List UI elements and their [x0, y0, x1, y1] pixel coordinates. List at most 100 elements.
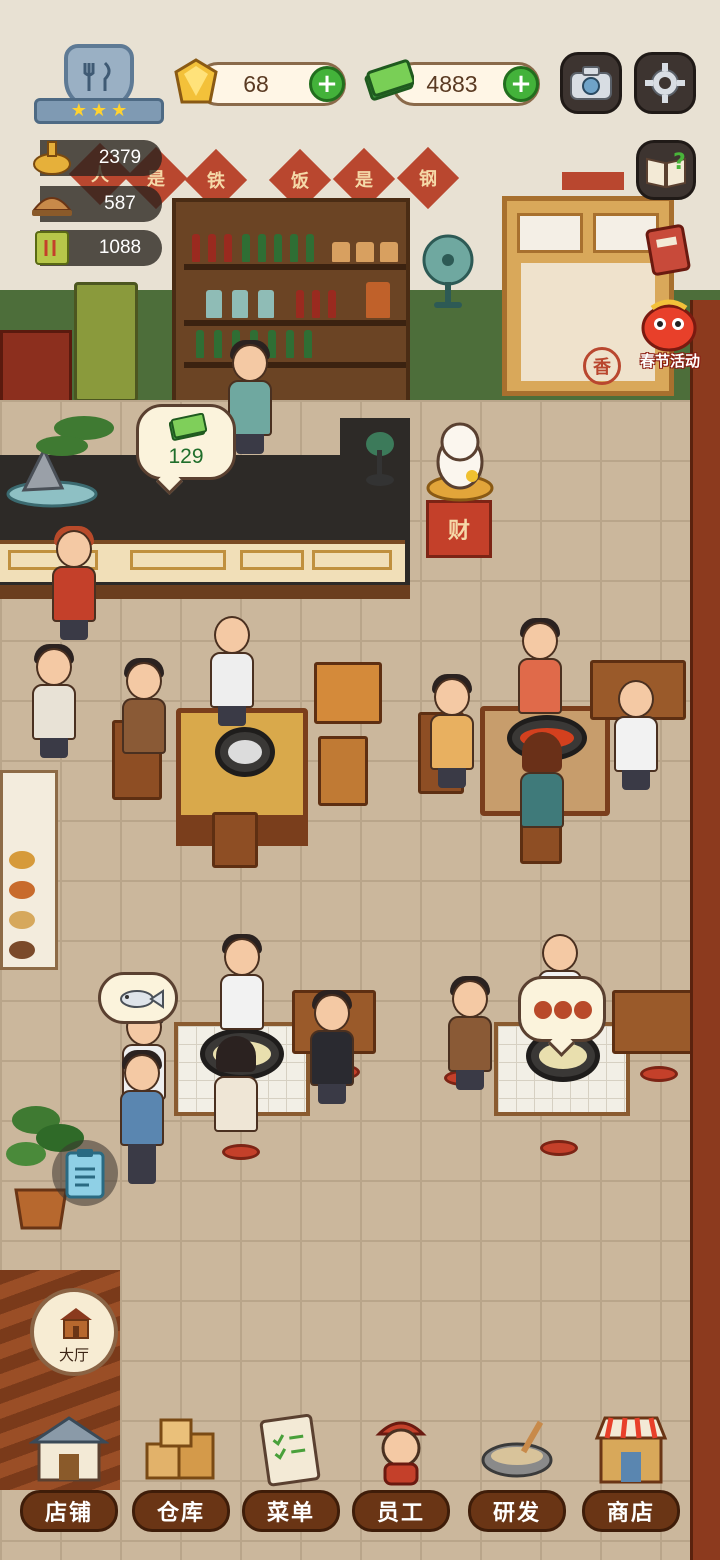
bottle: [208, 234, 216, 262]
body: [32, 684, 76, 740]
bowl: [9, 881, 35, 899]
star-icon: ★: [90, 100, 108, 121]
gem-icon: [174, 58, 218, 104]
nav-store[interactable]: 店铺: [14, 1410, 124, 1540]
door-window: [517, 213, 583, 253]
stool: [640, 1066, 678, 1082]
legs: [318, 1084, 346, 1104]
hall-button-label: 大厅: [58, 1346, 89, 1364]
desk-lamp: [366, 432, 394, 486]
fish-icon: [120, 989, 164, 1009]
cash-counter: 4883 +: [392, 62, 540, 106]
order-bubble[interactable]: [98, 972, 178, 1024]
hall-button[interactable]: 大厅: [30, 1288, 118, 1376]
camera-button[interactable]: [560, 52, 622, 114]
counter-ornament: [312, 550, 392, 570]
counter-ornament: [130, 550, 226, 570]
menu-clipboard-icon: [259, 1413, 321, 1487]
nav-menu[interactable]: 菜单: [236, 1410, 346, 1540]
nav-label: 仓库: [132, 1490, 230, 1532]
bonsai-decoration: [6, 416, 114, 508]
gear-icon: [645, 63, 685, 103]
add-cash-button[interactable]: +: [503, 66, 539, 102]
customer: [114, 658, 174, 772]
add-gems-button[interactable]: +: [309, 66, 345, 102]
legs: [456, 1070, 484, 1090]
head: [214, 616, 250, 654]
cash-icon: [364, 59, 414, 101]
bottle: [304, 330, 312, 358]
chair: [314, 662, 382, 724]
waiter-staff[interactable]: [112, 1050, 172, 1192]
order-list-button[interactable]: [52, 1140, 118, 1206]
nav-research[interactable]: 研发: [462, 1410, 572, 1540]
question-book-icon: ?: [646, 150, 686, 189]
star-rating: ★ ★ ★: [34, 98, 164, 124]
stat-value: 587: [104, 193, 136, 214]
waiter-staff[interactable]: [44, 526, 104, 640]
bottle: [296, 290, 304, 318]
head: [224, 938, 260, 976]
bottle: [274, 234, 282, 262]
body: [448, 1016, 492, 1072]
recipe-book-icon: [35, 231, 69, 265]
head: [124, 1054, 160, 1092]
guide-book-button[interactable]: ?: [636, 140, 696, 200]
nav-label: 店铺: [20, 1490, 118, 1532]
body: [220, 974, 264, 1030]
right-railing: [690, 300, 720, 1560]
shelf-board: [184, 264, 406, 270]
camera-icon: [570, 66, 612, 100]
customer: [512, 732, 572, 846]
tip-amount: 129: [168, 445, 204, 468]
shelf-board: [184, 362, 406, 368]
clipboard-icon: [65, 1149, 105, 1199]
head: [522, 622, 558, 660]
door-plaque: [562, 172, 624, 190]
legs: [236, 434, 264, 454]
bottle: [328, 290, 336, 318]
customer: [212, 934, 272, 1048]
chair: [212, 812, 258, 868]
ellipsis-icon: [534, 1001, 592, 1019]
nav-staff[interactable]: 员工: [346, 1410, 456, 1540]
body: [52, 566, 96, 622]
star-icon: ★: [70, 100, 87, 121]
lucky-cat-icon: [426, 422, 494, 502]
hair: [216, 1036, 256, 1072]
bottle: [206, 290, 222, 318]
stat-serving: 587: [31, 186, 162, 222]
lucky-cat-box: 财: [426, 500, 492, 558]
stool: [540, 1140, 578, 1156]
head: [314, 994, 350, 1032]
event-label: 春节活动: [639, 352, 700, 370]
body: [210, 652, 254, 708]
body: [518, 658, 562, 714]
svg-text:?: ?: [673, 150, 686, 175]
body: [122, 698, 166, 754]
nav-shop[interactable]: 商店: [576, 1410, 686, 1540]
notebook-button[interactable]: [640, 222, 696, 278]
tip-bubble[interactable]: 129: [136, 404, 236, 480]
hotpot-icon: [33, 141, 71, 175]
cash-icon: [169, 413, 207, 441]
waiter-staff[interactable]: [24, 644, 84, 758]
customer: [422, 674, 482, 788]
bottle: [192, 234, 200, 262]
staff-chef-icon: [375, 1421, 427, 1486]
restaurant-rank-badge[interactable]: ★ ★ ★: [34, 42, 164, 128]
chair: [318, 736, 368, 806]
settings-button[interactable]: [634, 52, 696, 114]
nav-warehouse[interactable]: 仓库: [126, 1410, 236, 1540]
stat-hotpot: 2379: [33, 140, 162, 176]
wall-banner-char: 钢: [419, 169, 437, 190]
nav-label: 研发: [468, 1490, 566, 1532]
bottle: [258, 290, 274, 318]
pot-inner: [228, 740, 262, 764]
spring-festival-event-button[interactable]: [634, 296, 704, 354]
body: [430, 714, 474, 770]
electric-fan: [422, 234, 474, 308]
head: [452, 980, 488, 1018]
nav-label: 菜单: [242, 1490, 340, 1532]
head: [232, 344, 268, 382]
